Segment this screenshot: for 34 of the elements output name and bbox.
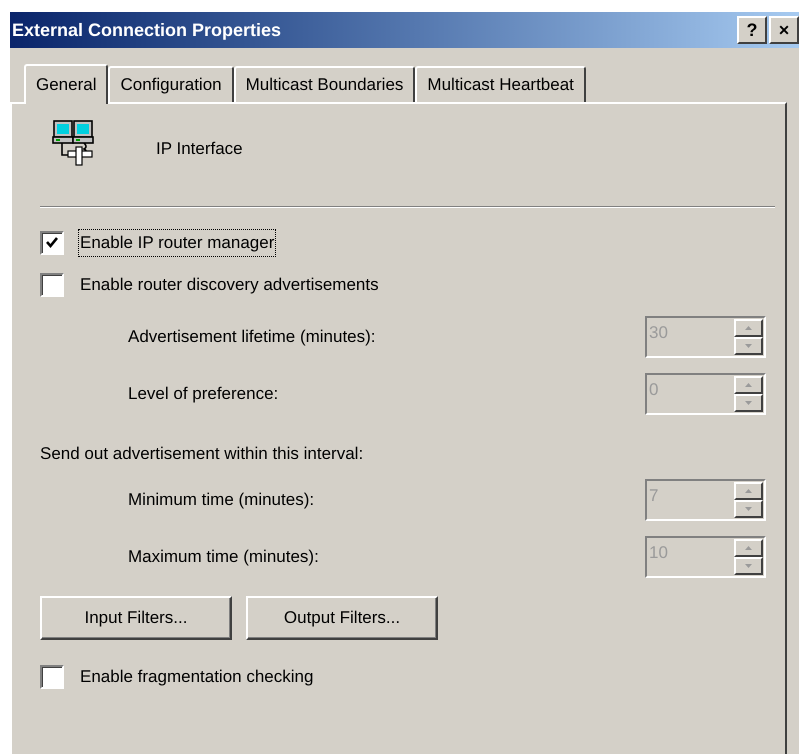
checkbox-label[interactable]: Enable IP router manager <box>78 229 276 257</box>
checkbox-label[interactable]: Enable router discovery advertisements <box>78 271 381 299</box>
up-arrow-icon <box>745 546 752 550</box>
field-value: 0 <box>648 379 660 401</box>
checkbox[interactable] <box>40 231 64 255</box>
down-arrow-icon <box>745 401 752 405</box>
up-arrow-icon <box>745 383 752 387</box>
field-value: 7 <box>648 484 660 506</box>
close-button[interactable]: × <box>769 16 799 44</box>
down-arrow-icon <box>745 344 752 348</box>
filters-button[interactable]: Output Filters... <box>246 596 438 640</box>
field-label: Advertisement lifetime (minutes): <box>128 326 377 348</box>
field-label: Maximum time (minutes): <box>128 546 320 568</box>
down-arrow-icon <box>745 506 752 510</box>
field-label: Level of preference: <box>128 383 280 406</box>
tab[interactable]: Configuration <box>108 66 234 102</box>
help-button[interactable]: ? <box>737 16 767 44</box>
checkbox[interactable] <box>40 664 64 688</box>
tab[interactable]: General <box>24 64 108 104</box>
checkbox-label[interactable]: Enable fragmentation checking <box>78 662 316 690</box>
filters-button[interactable]: Input Filters... <box>40 596 232 640</box>
up-arrow-icon <box>745 488 752 492</box>
field-label: Minimum time (minutes): <box>128 488 316 511</box>
window-title: External Connection Properties <box>12 18 282 42</box>
group-label: Send out advertisement within this interval: <box>40 443 364 465</box>
checkbox[interactable] <box>40 273 64 297</box>
field-value: 30 <box>648 322 669 344</box>
down-arrow-icon <box>745 564 752 568</box>
up-arrow-icon <box>745 326 752 330</box>
interface-name: IP Interface <box>156 138 243 160</box>
field-value: 10 <box>648 542 669 564</box>
tab[interactable]: Multicast Heartbeat <box>415 66 586 102</box>
tab[interactable]: Multicast Boundaries <box>234 66 416 102</box>
checkmark-icon <box>45 236 59 250</box>
